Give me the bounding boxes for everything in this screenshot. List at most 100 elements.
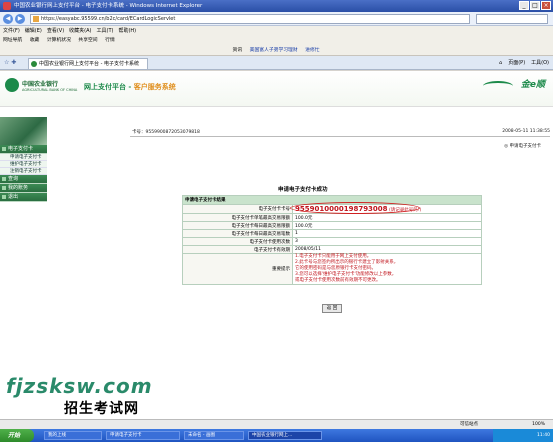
taskbar-item[interactable]: 我的上线 — [44, 431, 102, 440]
search-input[interactable] — [476, 14, 548, 24]
abc-favicon-icon — [31, 61, 37, 67]
notice-label: 重要提示 — [182, 253, 293, 285]
tab-label: 中国农业银行网上支付平台 - 电子支付卡系统 — [39, 61, 139, 67]
watermark-site: fjzsksw.com — [6, 374, 153, 398]
headline-link-2[interactable]: 进修忙 — [305, 46, 319, 55]
sidebar-group-ecard[interactable]: 电子支付卡 — [0, 145, 47, 154]
status-bar: 可信站点 100% — [0, 419, 553, 429]
page-menu[interactable]: 页面(P) — [508, 58, 525, 68]
taskbar: 开始 我的上线 申请电子支付卡 未命名 - 画图 中国农业银行网上... 11:… — [0, 429, 553, 442]
apply-card-link-label: 申请电子支付卡 — [509, 144, 542, 149]
table-row: 电子支付卡每日最高交易笔数 1 — [182, 229, 482, 238]
sidebar-item-cancel[interactable]: 注销电子支付卡 — [0, 168, 47, 175]
row-value: 100.0元 — [292, 221, 482, 230]
minimize-button[interactable]: _ — [519, 1, 529, 10]
card-number: 卡号：95599008720530798​18 — [132, 130, 200, 135]
row-value: 1 — [292, 229, 482, 238]
header-title-main: 网上支付平台 - — [84, 83, 134, 91]
table-row: 电子支付卡有效期 2008/05/11 — [182, 245, 482, 254]
security-zone: 可信站点 — [460, 422, 478, 427]
bank-name: 中国农业银行 — [22, 81, 59, 88]
header-title-service: 客户服务系统 — [133, 83, 176, 91]
url-text: https://easyabc.95599.cn/b2c/card/ECardL… — [41, 16, 176, 22]
command-bar: ⌂ 页面(P) 工具(O) — [499, 58, 549, 68]
home-icon[interactable]: ⌂ — [499, 58, 502, 68]
taskbar-item[interactable]: 申请电子支付卡 — [106, 431, 180, 440]
start-button[interactable]: 开始 — [0, 429, 34, 442]
row-value: 2008/05/11 — [292, 245, 482, 254]
result-title: 申请电子支付卡成功 — [278, 187, 328, 193]
toolbar-1: 网址导航 收藏 计算机状况 共享空间 行情 — [0, 36, 553, 46]
sidebar-group-exit[interactable]: 退出 — [0, 193, 47, 202]
taskbar-item[interactable]: 未命名 - 画图 — [184, 431, 244, 440]
toolbar-share-button[interactable]: 共享空间 — [78, 36, 97, 46]
tab-bar: ☆ ✚ 中国农业银行网上支付平台 - 电子支付卡系统 ⌂ 页面(P) 工具(O) — [0, 56, 553, 70]
maximize-button[interactable]: □ — [530, 1, 540, 10]
toolbar-pc-status-button[interactable]: 计算机状况 — [47, 36, 71, 46]
abc-logo-icon — [5, 78, 19, 92]
tab-current[interactable]: 中国农业银行网上支付平台 - 电子支付卡系统 — [28, 58, 148, 69]
bank-header: 中国农业银行 AGRICULTURAL BANK OF CHINA 网上支付平台… — [0, 71, 553, 107]
table-row: 电子支付卡使用次数 3 — [182, 237, 482, 246]
favorites-star-icon[interactable]: ☆ ✚ — [4, 59, 16, 66]
row-label: 电子支付卡有效期 — [182, 245, 293, 254]
close-button[interactable]: × — [541, 1, 551, 10]
return-button[interactable]: 返 回 — [322, 304, 342, 313]
ie-icon — [3, 2, 11, 10]
menu-help[interactable]: 帮助(H) — [118, 26, 136, 36]
table-row: 电子支付卡单笔最高交易限额 100.0元 — [182, 213, 482, 222]
zoom-level[interactable]: 100% — [532, 420, 545, 429]
taskbar-item-active[interactable]: 中国农业银行网上... — [248, 431, 322, 440]
highlight-circle — [290, 202, 420, 214]
toolbar-quotes-button[interactable]: 行情 — [105, 36, 115, 46]
address-bar: ◀ ▶ https://easyabc.95599.cn/b2c/card/EC… — [0, 12, 553, 26]
menu-favorites[interactable]: 收藏夹(A) — [69, 26, 91, 36]
row-label: 电子支付卡每日最高交易限额 — [182, 221, 293, 230]
apply-card-link[interactable]: ◎ 申请电子支付卡 — [504, 143, 541, 149]
forward-arrow-icon[interactable]: ▶ — [15, 14, 25, 24]
menu-edit[interactable]: 编辑(E) — [25, 26, 42, 36]
notice-line: 或电子支付卡使用次数前有效期不可更改。 — [295, 278, 381, 283]
sidebar-nav: 电子支付卡 申请电子支付卡 维护电子支付卡 注销电子支付卡 查询 我的账务 退出 — [0, 145, 47, 202]
row-value: 100.0元 — [292, 213, 482, 222]
tools-menu[interactable]: 工具(O) — [531, 58, 549, 68]
window-title-bar: 中国农业银行网上支付平台 - 电子支付卡系统 - Windows Interne… — [0, 0, 553, 12]
toolbar-favorites-button[interactable]: 收藏 — [30, 36, 40, 46]
row-value: 3 — [292, 237, 482, 246]
menu-tools[interactable]: 工具(T) — [97, 26, 114, 36]
brand-swoosh-icon — [483, 81, 513, 91]
toolbar-nav-button[interactable]: 网址导航 — [3, 36, 22, 46]
sidebar-photo — [0, 117, 47, 145]
clock: 11:40 — [537, 433, 550, 438]
divider — [130, 136, 550, 137]
login-datetime: 2008-05-11 11:38:55 — [502, 129, 550, 134]
window-controls: _ □ × — [519, 1, 551, 10]
bank-name-en: AGRICULTURAL BANK OF CHINA — [22, 88, 78, 92]
menu-bar: 文件(F) 编辑(E) 查看(V) 收藏夹(A) 工具(T) 帮助(H) — [0, 26, 553, 36]
row-label: 电子支付卡每日最高交易笔数 — [182, 229, 293, 238]
page-content: 中国农业银行 AGRICULTURAL BANK OF CHINA 网上支付平台… — [0, 71, 553, 419]
notice-text: 1.电子支付卡只能用于网上支付使用。 2.此卡号与您签约所出示的银行卡建立了影射… — [292, 253, 482, 285]
headline-link[interactable]: 美国富人子弟学习理财 — [250, 46, 298, 55]
toolbar-2: 资讯 美国富人子弟学习理财 进修忙 — [0, 46, 553, 56]
menu-file[interactable]: 文件(F) — [3, 26, 20, 36]
row-label: 电子支付卡卡号 — [182, 204, 293, 214]
notice-row: 重要提示 1.电子支付卡只能用于网上支付使用。 2.此卡号与您签约所出示的银行卡… — [182, 253, 482, 285]
sidebar-item-maintain[interactable]: 维护电子支付卡 — [0, 161, 47, 168]
row-label: 电子支付卡使用次数 — [182, 237, 293, 246]
news-link[interactable]: 资讯 — [233, 46, 243, 55]
sidebar-group-query[interactable]: 查询 — [0, 175, 47, 184]
system-tray: 11:40 — [493, 429, 553, 442]
sidebar-item-apply[interactable]: 申请电子支付卡 — [0, 154, 47, 161]
url-input[interactable]: https://easyabc.95599.cn/b2c/card/ECardL… — [30, 14, 470, 24]
header-title: 网上支付平台 - 客户服务系统 — [84, 82, 176, 92]
window-title: 中国农业银行网上支付平台 - 电子支付卡系统 - Windows Interne… — [14, 3, 203, 9]
row-label: 电子支付卡单笔最高交易限额 — [182, 213, 293, 222]
brand-logo: 金e顺 — [520, 80, 545, 90]
table-row: 电子支付卡每日最高交易限额 100.0元 — [182, 221, 482, 230]
back-arrow-icon[interactable]: ◀ — [3, 14, 13, 24]
menu-view[interactable]: 查看(V) — [47, 26, 64, 36]
sidebar-group-account[interactable]: 我的账务 — [0, 184, 47, 193]
watermark-text: 招生考试网 — [64, 401, 139, 417]
page-icon — [33, 16, 39, 22]
